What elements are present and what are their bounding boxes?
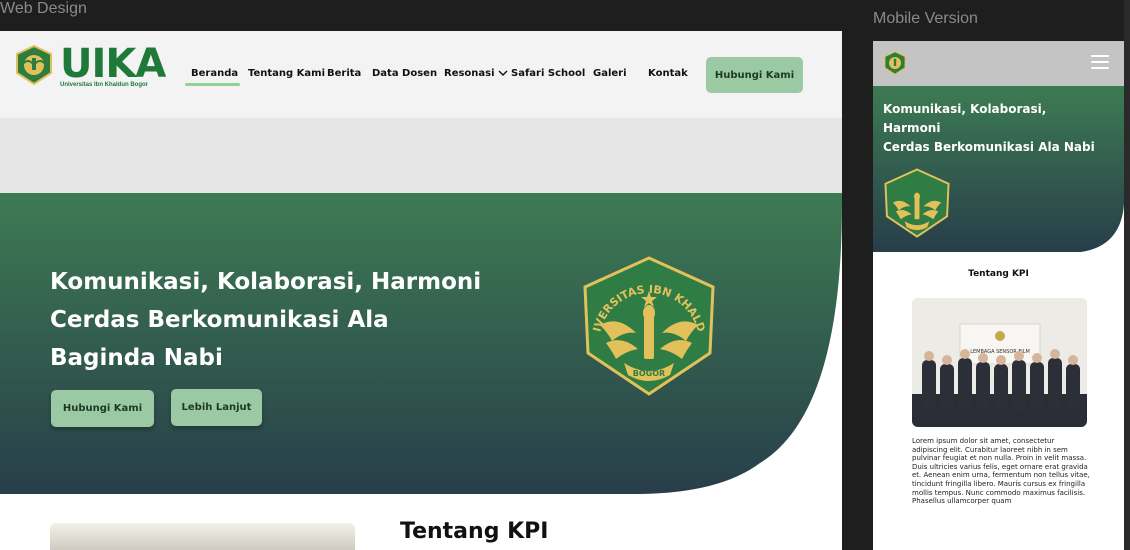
about-title: Tentang KPI [400, 519, 549, 544]
mobile-navbar [873, 41, 1124, 86]
nav-item-tentang-kami[interactable]: Tentang Kami [248, 68, 325, 79]
uika-emblem-icon [16, 45, 52, 85]
logo-wordmark: UIKA [60, 41, 166, 87]
hubungi-kami-nav-button[interactable]: Hubungi Kami [706, 57, 803, 93]
mobile-frame: Komunikasi, Kolaborasi, Harmoni Cerdas B… [873, 41, 1124, 550]
mobile-hero-title: Komunikasi, Kolaborasi, Harmoni Cerdas B… [883, 100, 1123, 157]
mobile-about-title: Tentang KPI [968, 269, 1029, 279]
nav-item-data-dosen[interactable]: Data Dosen [372, 68, 437, 79]
mobile-hero-section: Komunikasi, Kolaborasi, Harmoni Cerdas B… [873, 86, 1124, 253]
hero-section: Komunikasi, Kolaborasi, Harmoni Cerdas B… [0, 193, 842, 494]
nav-item-galeri[interactable]: Galeri [593, 68, 627, 79]
hero-title-line: Baginda Nabi [50, 345, 223, 371]
canvas-scroll-edge [1124, 0, 1130, 550]
nav-active-indicator [185, 83, 240, 86]
uika-emblem-icon[interactable] [883, 51, 907, 75]
university-emblem-icon: UNIVERSITAS IBN KHALDUN BOGOR [578, 255, 715, 396]
nav-item-beranda[interactable]: Beranda [191, 68, 238, 79]
web-design-frame-label: Web Design [0, 0, 87, 17]
mobile-hero-title-line: Komunikasi, Kolaborasi, [883, 102, 1047, 116]
about-image [50, 523, 355, 550]
hero-title-line: Komunikasi, Kolaborasi, Harmoni [50, 269, 482, 295]
nav-item-berita[interactable]: Berita [327, 68, 361, 79]
team-photo-image: LEMBAGA SENSOR FILM [912, 298, 1087, 427]
team-photo: LEMBAGA SENSOR FILM [912, 298, 1087, 427]
hero-top-band [0, 118, 842, 194]
emblem-banner-text: BOGOR [633, 369, 665, 378]
nav-item-resonasi-label: Resonasi [444, 68, 495, 79]
nav-item-safari-school[interactable]: Safari School [511, 68, 585, 79]
chevron-down-icon [498, 70, 508, 76]
hubungi-kami-hero-button[interactable]: Hubungi Kami [51, 390, 154, 427]
hero-title: Komunikasi, Kolaborasi, Harmoni Cerdas B… [50, 263, 520, 377]
university-emblem-icon [884, 168, 950, 238]
hamburger-menu-icon[interactable] [1091, 55, 1109, 71]
nav-item-resonasi[interactable]: Resonasi [444, 68, 508, 79]
desktop-frame: UIKA Universitas Ibn Khaldun Bogor Beran… [0, 31, 842, 550]
mobile-hero-title-line: Harmoni [883, 121, 941, 135]
mobile-hero-title-line: Cerdas Berkomunikasi Ala Nabi [883, 140, 1095, 154]
hero-title-line: Cerdas Berkomunikasi Ala [50, 307, 389, 333]
nav-item-kontak[interactable]: Kontak [648, 68, 688, 79]
logo[interactable]: UIKA Universitas Ibn Khaldun Bogor [14, 41, 166, 88]
lebih-lanjut-button[interactable]: Lebih Lanjut [171, 389, 262, 426]
about-body-text: Lorem ipsum dolor sit amet, consectetur … [912, 437, 1090, 506]
navbar: UIKA Universitas Ibn Khaldun Bogor Beran… [0, 31, 842, 118]
mobile-version-frame-label: Mobile Version [873, 10, 978, 27]
